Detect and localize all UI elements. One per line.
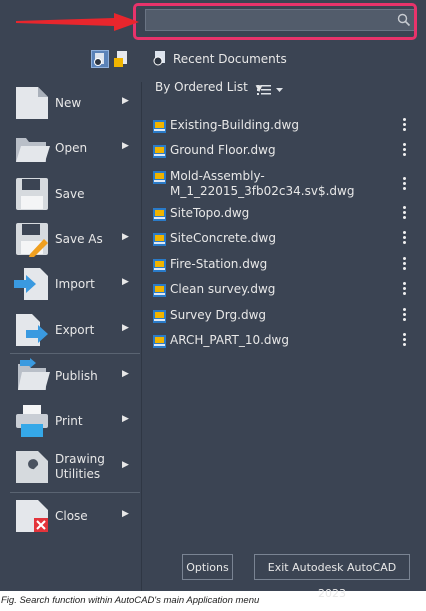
menu-item-close[interactable]: Close ▶ bbox=[0, 495, 141, 539]
dwg-file-icon bbox=[153, 145, 166, 158]
recent-document-name: Existing-Building.dwg bbox=[170, 118, 299, 132]
dwg-file-icon bbox=[153, 208, 166, 221]
menu-item-label: Import bbox=[55, 277, 95, 291]
dwg-file-icon bbox=[153, 233, 166, 246]
order-dropdown[interactable]: By Ordered List ▼ bbox=[155, 80, 263, 94]
menu-item-save[interactable]: Save bbox=[0, 173, 141, 217]
chevron-right-icon: ▶ bbox=[122, 460, 129, 470]
recent-document-name-line1: Mold-Assembly- bbox=[170, 169, 265, 183]
new-document-icon bbox=[14, 85, 50, 121]
menu-item-print[interactable]: Print ▶ bbox=[0, 400, 141, 444]
more-options-icon[interactable] bbox=[403, 257, 407, 272]
menu-item-new[interactable]: New ▶ bbox=[0, 82, 141, 126]
dwg-file-icon bbox=[153, 284, 166, 297]
more-options-icon[interactable] bbox=[403, 333, 407, 348]
menu-item-label: Save bbox=[55, 187, 85, 201]
menu-separator bbox=[10, 492, 140, 493]
recent-document-name: Clean survey.dwg bbox=[170, 282, 276, 296]
dwg-file-icon bbox=[153, 310, 166, 323]
recent-document-name: Fire-Station.dwg bbox=[170, 257, 268, 271]
menu-item-label: Export bbox=[55, 323, 95, 337]
dwg-file-icon bbox=[153, 171, 166, 184]
dwg-file-icon bbox=[153, 335, 166, 348]
menu-item-label: New bbox=[55, 96, 82, 110]
menu-commands: New ▶ Open ▶ Save Save As ▶ Import ▶ Exp… bbox=[0, 82, 141, 591]
more-options-icon[interactable] bbox=[403, 282, 407, 297]
more-options-icon[interactable] bbox=[403, 206, 407, 221]
recent-document-name: Survey Drg.dwg bbox=[170, 308, 266, 322]
close-document-icon bbox=[14, 498, 50, 534]
recent-documents-toggle-icon[interactable] bbox=[91, 50, 109, 68]
menu-item-publish[interactable]: Publish ▶ bbox=[0, 355, 141, 399]
chevron-right-icon: ▶ bbox=[122, 232, 129, 242]
more-options-icon[interactable] bbox=[403, 308, 407, 323]
menu-item-label-line2: Utilities bbox=[55, 467, 101, 481]
recent-document-name-line2: M_1_22015_3fb02c34.sv$.dwg bbox=[170, 184, 355, 198]
export-icon bbox=[14, 312, 50, 348]
recent-documents-icon bbox=[153, 51, 165, 66]
chevron-right-icon: ▶ bbox=[122, 323, 129, 333]
chevron-right-icon: ▶ bbox=[122, 369, 129, 379]
import-icon bbox=[14, 266, 50, 302]
more-options-icon[interactable] bbox=[403, 231, 407, 246]
more-options-icon[interactable] bbox=[403, 177, 407, 192]
menu-item-import[interactable]: Import ▶ bbox=[0, 263, 141, 307]
menu-item-label-line1: Drawing bbox=[55, 452, 105, 466]
figure-caption: Fig. Search function within AutoCAD's ma… bbox=[1, 595, 260, 606]
wrench-icon bbox=[14, 449, 50, 485]
save-floppy-icon bbox=[14, 176, 50, 212]
recent-document-name: SiteTopo.dwg bbox=[170, 206, 250, 220]
application-menu: New ▶ Open ▶ Save Save As ▶ Import ▶ Exp… bbox=[0, 0, 426, 600]
menu-item-label: Drawing Utilities bbox=[55, 452, 105, 482]
chevron-right-icon: ▶ bbox=[122, 277, 129, 287]
exit-autocad-button[interactable]: Exit Autodesk AutoCAD 2023 bbox=[254, 554, 410, 600]
options-button[interactable]: Options bbox=[182, 554, 233, 580]
menu-separator bbox=[10, 353, 140, 354]
save-as-icon bbox=[14, 221, 50, 257]
menu-item-label: Print bbox=[55, 414, 83, 428]
recent-document-name: Mold-Assembly- M_1_22015_3fb02c34.sv$.dwg bbox=[170, 169, 354, 199]
printer-icon bbox=[14, 403, 50, 439]
open-folder-icon bbox=[14, 130, 50, 166]
recent-document-name: SiteConcrete.dwg bbox=[170, 231, 276, 245]
chevron-right-icon: ▶ bbox=[122, 96, 129, 106]
open-documents-toggle-icon[interactable] bbox=[113, 50, 131, 68]
chevron-right-icon: ▶ bbox=[122, 509, 129, 519]
menu-item-drawing-utilities[interactable]: Drawing Utilities ▶ bbox=[0, 446, 141, 490]
dwg-file-icon bbox=[153, 120, 166, 133]
recent-documents-header: Recent Documents bbox=[153, 51, 287, 66]
menu-item-label: Open bbox=[55, 141, 88, 155]
menu-item-open[interactable]: Open ▶ bbox=[0, 127, 141, 171]
list-view-icon[interactable] bbox=[257, 81, 285, 100]
chevron-right-icon: ▶ bbox=[122, 414, 129, 424]
recent-documents-panel: Recent Documents By Ordered List ▼ Exist… bbox=[141, 0, 426, 591]
publish-icon bbox=[14, 358, 50, 394]
recent-document-name: Ground Floor.dwg bbox=[170, 143, 276, 157]
dwg-file-icon bbox=[153, 259, 166, 272]
order-dropdown-label: By Ordered List bbox=[155, 80, 248, 94]
more-options-icon[interactable] bbox=[403, 118, 407, 133]
menu-item-label: Close bbox=[55, 509, 88, 523]
more-options-icon[interactable] bbox=[403, 143, 407, 158]
recent-documents-title: Recent Documents bbox=[173, 52, 287, 66]
red-arrow-annotation bbox=[16, 13, 139, 31]
menu-item-export[interactable]: Export ▶ bbox=[0, 309, 141, 353]
menu-item-label: Save As bbox=[55, 232, 103, 246]
chevron-right-icon: ▶ bbox=[122, 141, 129, 151]
menu-item-save-as[interactable]: Save As ▶ bbox=[0, 218, 141, 262]
menu-item-label: Publish bbox=[55, 369, 98, 383]
recent-document-name: ARCH_PART_10.dwg bbox=[170, 333, 289, 347]
